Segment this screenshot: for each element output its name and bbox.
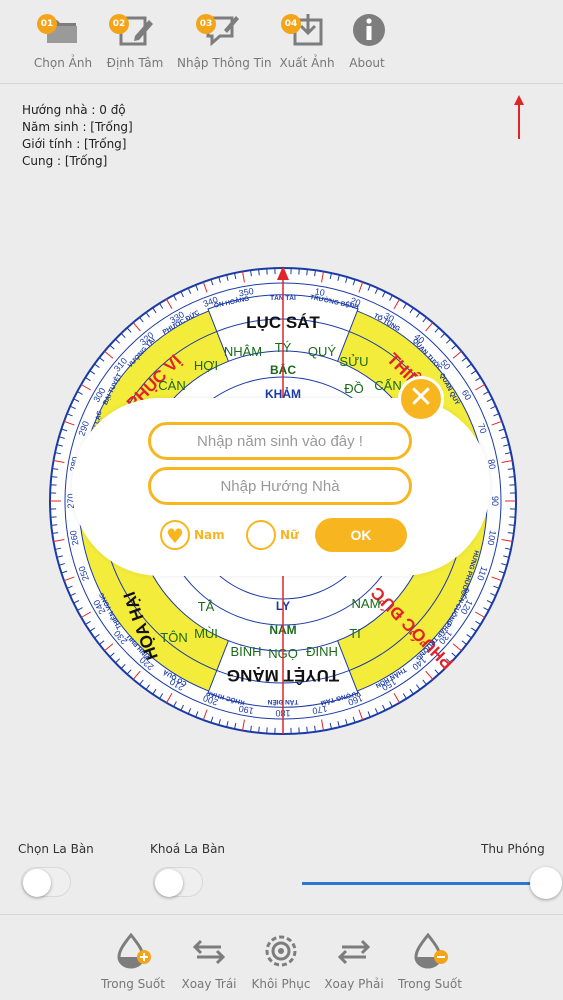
sector-label: SỬU: [339, 354, 368, 369]
rotate-right-icon: [337, 939, 371, 965]
set-center-button[interactable]: 02 Định Tâm: [90, 10, 180, 80]
sector-label: NAM: [352, 596, 381, 611]
drop-plus-icon: [117, 932, 151, 969]
sector-label: ĐINH: [306, 644, 338, 659]
close-dialog-button[interactable]: ✕: [398, 376, 444, 422]
drop-minus-icon: [414, 932, 448, 969]
rotate-left-icon: [192, 939, 226, 965]
rotate-right-button[interactable]: Xoay Phải: [318, 933, 390, 997]
set-center-label: Định Tâm: [106, 56, 164, 70]
degree-tick: [508, 476, 515, 478]
sector-label: TI: [349, 626, 361, 641]
heart-check-icon: ♥: [166, 524, 184, 548]
degree-tick: [51, 476, 58, 478]
transparency-decrease-label: Trong Suốt: [398, 977, 462, 991]
step-badge: 04: [281, 14, 301, 34]
gear-icon: [265, 935, 297, 967]
house-direction-input[interactable]: [148, 467, 412, 505]
sector-label: BÍNH: [230, 644, 261, 659]
sector-label: MÙI: [194, 626, 218, 641]
degree-tick: [306, 726, 308, 733]
rotate-right-label: Xoay Phải: [324, 977, 384, 991]
degree-label: 90: [490, 496, 500, 506]
transparency-increase-button[interactable]: Trong Suốt: [97, 932, 169, 997]
sector-label: CÀN: [158, 378, 185, 393]
about-label: About: [349, 56, 385, 70]
birth-year-text: Năm sinh : [Trống]: [22, 120, 133, 134]
enter-info-label: Nhập Thông Tin: [177, 56, 272, 70]
note-edit-icon: 03: [196, 10, 242, 50]
sector-label: HỢI: [194, 358, 218, 373]
rotate-left-button[interactable]: Xoay Trái: [173, 933, 245, 997]
step-badge: 01: [37, 14, 57, 34]
lock-compass-toggle[interactable]: [153, 867, 203, 897]
toggle-knob: [155, 869, 183, 897]
toggle-knob: [23, 869, 51, 897]
gender-female-radio[interactable]: [246, 520, 276, 550]
degree-tick: [258, 269, 260, 276]
restore-button[interactable]: Khôi Phục: [245, 933, 317, 997]
birth-year-input[interactable]: [148, 422, 412, 460]
degree-tick: [508, 524, 515, 526]
about-button[interactable]: About: [322, 10, 412, 80]
folder-icon: 01: [37, 10, 83, 50]
gender-female-label: Nữ: [280, 528, 299, 542]
edit-icon: 02: [109, 10, 155, 50]
house-direction-text: Hướng nhà : 0 độ: [22, 103, 126, 117]
zoom-slider-track[interactable]: [302, 882, 534, 885]
enter-info-button[interactable]: 03 Nhập Thông Tin: [177, 10, 272, 80]
export-icon: 04: [281, 10, 327, 50]
gender-male-label: Nam: [194, 528, 225, 542]
north-arrow-icon: [514, 95, 524, 139]
sector-label: TÂ: [198, 599, 215, 614]
sector-label: TÔN: [160, 630, 187, 645]
lock-compass-label: Khoá La Bàn: [150, 842, 226, 856]
gender-text: Giới tính : [Trống]: [22, 137, 127, 151]
transparency-increase-label: Trong Suốt: [101, 977, 165, 991]
choose-compass-toggle[interactable]: [21, 867, 71, 897]
info-icon: [347, 10, 387, 50]
gender-male-radio[interactable]: ♥: [160, 520, 190, 550]
house-info: Hướng nhà : 0 độ Năm sinh : [Trống] Giới…: [22, 102, 133, 170]
bottom-toolbar: Trong Suốt Xoay Trái Khôi Phục Xoay Phải…: [0, 914, 563, 1000]
top-toolbar: 01 Chọn Ảnh 02 Định Tâm 03 Nhập Thông Ti…: [0, 0, 563, 84]
ok-button[interactable]: OK: [315, 518, 407, 552]
zoom-label: Thu Phóng: [481, 842, 545, 856]
sector-label: ĐỒ: [344, 381, 364, 396]
sector-label: NHÂM: [224, 344, 262, 359]
restore-label: Khôi Phục: [251, 977, 311, 991]
rotate-left-label: Xoay Trái: [181, 977, 237, 991]
sector-label: QUÝ: [308, 344, 337, 359]
sector-label: CẤN: [374, 378, 401, 393]
degree-tick: [51, 524, 58, 526]
choose-compass-label: Chọn La Bàn: [18, 842, 94, 856]
degree-tick: [258, 726, 260, 733]
transparency-decrease-button[interactable]: Trong Suốt: [394, 932, 466, 997]
step-badge: 02: [109, 14, 129, 34]
zoom-slider-handle[interactable]: [530, 867, 562, 899]
step-badge: 03: [196, 14, 216, 34]
degree-tick: [306, 269, 308, 276]
cung-text: Cung : [Trống]: [22, 154, 108, 168]
